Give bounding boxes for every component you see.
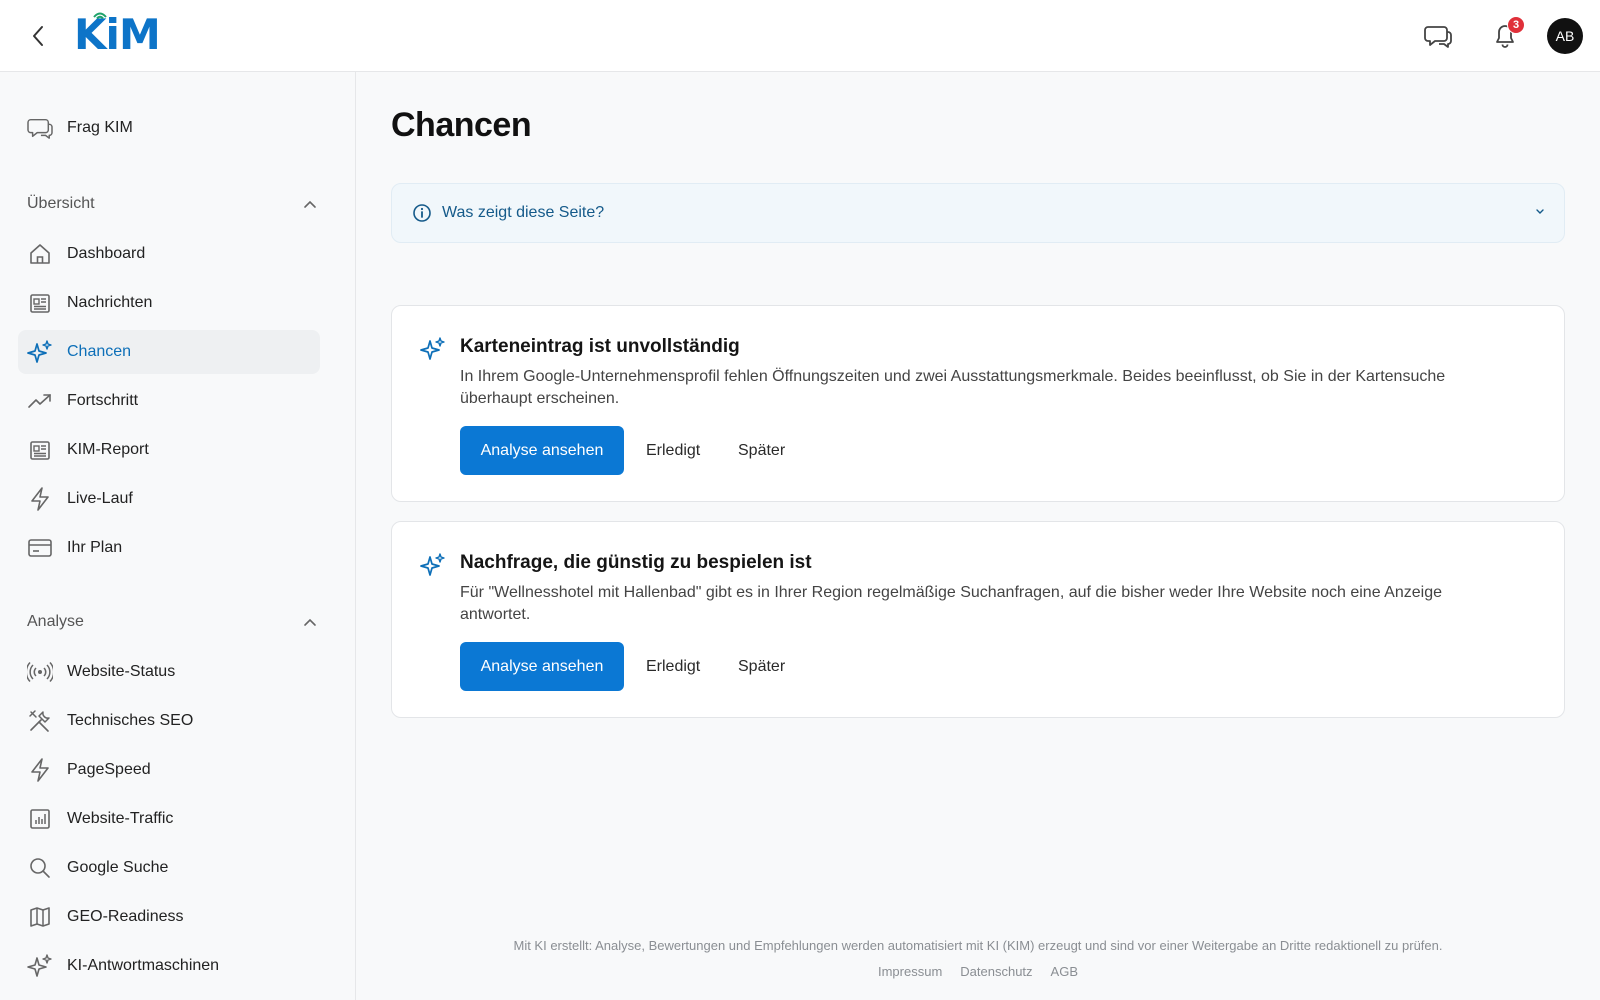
user-avatar[interactable]: AB <box>1547 18 1583 54</box>
sidebar-item-label: Website-Status <box>67 663 176 680</box>
search-icon <box>27 855 53 881</box>
page-info-toggle[interactable]: Was zeigt diese Seite? <box>391 183 1565 243</box>
back-button[interactable] <box>26 22 50 50</box>
chat-icon <box>1424 26 1452 48</box>
sidebar-item-pagespeed[interactable]: PageSpeed <box>18 748 320 792</box>
sidebar-item-website-status[interactable]: Website-Status <box>18 650 320 694</box>
info-icon <box>413 204 431 222</box>
lightning-icon <box>27 757 53 783</box>
sidebar-item-kim-report[interactable]: KIM-Report <box>18 428 320 472</box>
sidebar-item-label: Fortschritt <box>67 392 139 409</box>
opportunity-card: Karteneintrag ist unvollständig In Ihrem… <box>391 305 1565 502</box>
sparkles-icon <box>27 339 53 365</box>
sidebar-item-nachrichten[interactable]: Nachrichten <box>18 281 320 325</box>
card-description: Für "Wellnesshotel mit Hallenbad" gibt e… <box>460 584 1442 623</box>
opportunity-card: Nachfrage, die günstig zu bespielen ist … <box>391 521 1565 718</box>
info-toggle-label: Was zeigt diese Seite? <box>442 204 605 221</box>
chevron-up-icon <box>304 618 316 626</box>
sidebar-item-live-lauf[interactable]: Live-Lauf <box>18 477 320 521</box>
card-title: Karteneintrag ist unvollständig <box>460 336 740 357</box>
sidebar-item-technisches-seo[interactable]: Technisches SEO <box>18 699 320 743</box>
sidebar-item-dashboard[interactable]: Dashboard <box>18 232 320 276</box>
notifications-button[interactable]: 3 <box>1487 16 1525 54</box>
section-toggle-analyse[interactable]: Analyse <box>27 608 317 636</box>
sidebar-item-label: Website-Traffic <box>67 810 174 827</box>
top-bar: KiM 3 AB <box>0 0 1600 72</box>
sidebar-item-label: Google Suche <box>67 859 169 876</box>
sidebar-item-label: Dashboard <box>67 245 146 262</box>
chevron-left-icon <box>33 26 43 46</box>
mark-done-button[interactable]: Erledigt <box>646 426 700 475</box>
sparkles-icon <box>27 953 53 979</box>
sidebar-item-label: Ihr Plan <box>67 539 123 556</box>
sidebar-item-ihr-plan[interactable]: Ihr Plan <box>18 526 320 570</box>
view-analysis-button[interactable]: Analyse ansehen <box>460 426 624 475</box>
mark-done-button[interactable]: Erledigt <box>646 642 700 691</box>
wifi-icon <box>93 12 107 20</box>
newspaper-icon <box>27 437 53 463</box>
broadcast-icon <box>27 659 53 685</box>
later-button[interactable]: Später <box>738 426 785 475</box>
credit-card-icon <box>27 535 53 561</box>
tools-icon <box>27 708 53 734</box>
section-title: Analyse <box>27 613 84 630</box>
sidebar-item-frag-kim[interactable]: Frag KIM <box>18 106 320 150</box>
bar-chart-icon <box>27 806 53 832</box>
trend-up-icon <box>27 388 53 414</box>
kim-logo[interactable]: KiM <box>74 10 161 59</box>
impressum-link[interactable]: Impressum <box>878 964 942 979</box>
ai-disclaimer: Mit KI erstellt: Analyse, Bewertungen un… <box>513 938 1443 953</box>
lightning-icon <box>27 486 53 512</box>
chat-button[interactable] <box>1420 18 1456 54</box>
card-title: Nachfrage, die günstig zu bespielen ist <box>460 552 812 573</box>
sidebar-item-label: PageSpeed <box>67 761 151 778</box>
sparkles-icon <box>420 337 445 360</box>
view-analysis-button[interactable]: Analyse ansehen <box>460 642 624 691</box>
chevron-up-icon <box>304 200 316 208</box>
home-icon <box>27 241 53 267</box>
sidebar-item-chancen[interactable]: Chancen <box>18 330 320 374</box>
chat-icon <box>27 115 53 141</box>
later-button[interactable]: Später <box>738 642 785 691</box>
logo-text: KiM <box>74 10 161 59</box>
sidebar-item-fortschritt[interactable]: Fortschritt <box>18 379 320 423</box>
notification-badge: 3 <box>1507 16 1525 34</box>
sidebar-item-label: Technisches SEO <box>67 712 194 729</box>
sidebar-item-label: Nachrichten <box>67 294 153 311</box>
card-description: In Ihrem Google-Unternehmensprofil fehle… <box>460 368 1446 407</box>
sidebar-item-website-traffic[interactable]: Website-Traffic <box>18 797 320 841</box>
sidebar: Frag KIM Übersicht Dashboard Nachrichten… <box>0 72 356 1000</box>
agb-link[interactable]: AGB <box>1051 964 1078 979</box>
sidebar-item-label: Live-Lauf <box>67 490 133 507</box>
datenschutz-link[interactable]: Datenschutz <box>960 964 1032 979</box>
sidebar-item-label: KIM-Report <box>67 441 149 458</box>
sidebar-item-geo-readiness[interactable]: GEO-Readiness <box>18 895 320 939</box>
sidebar-item-label: GEO-Readiness <box>67 908 184 925</box>
section-toggle-uebersicht[interactable]: Übersicht <box>27 190 317 218</box>
footer-links: Impressum Datenschutz AGB <box>391 964 1565 979</box>
section-title: Übersicht <box>27 195 95 212</box>
sidebar-item-label: Chancen <box>67 343 132 360</box>
page-title: Chancen <box>391 106 532 144</box>
sidebar-item-label: KI-Antwortmaschinen <box>67 957 220 974</box>
newspaper-icon <box>27 290 53 316</box>
sparkles-icon <box>420 553 445 576</box>
chevron-down-icon <box>1536 209 1544 214</box>
map-icon <box>27 904 53 930</box>
sidebar-item-google-suche[interactable]: Google Suche <box>18 846 320 890</box>
sidebar-item-label: Frag KIM <box>67 119 133 136</box>
sidebar-item-ki-antwortmaschinen[interactable]: KI-Antwortmaschinen <box>18 944 320 988</box>
